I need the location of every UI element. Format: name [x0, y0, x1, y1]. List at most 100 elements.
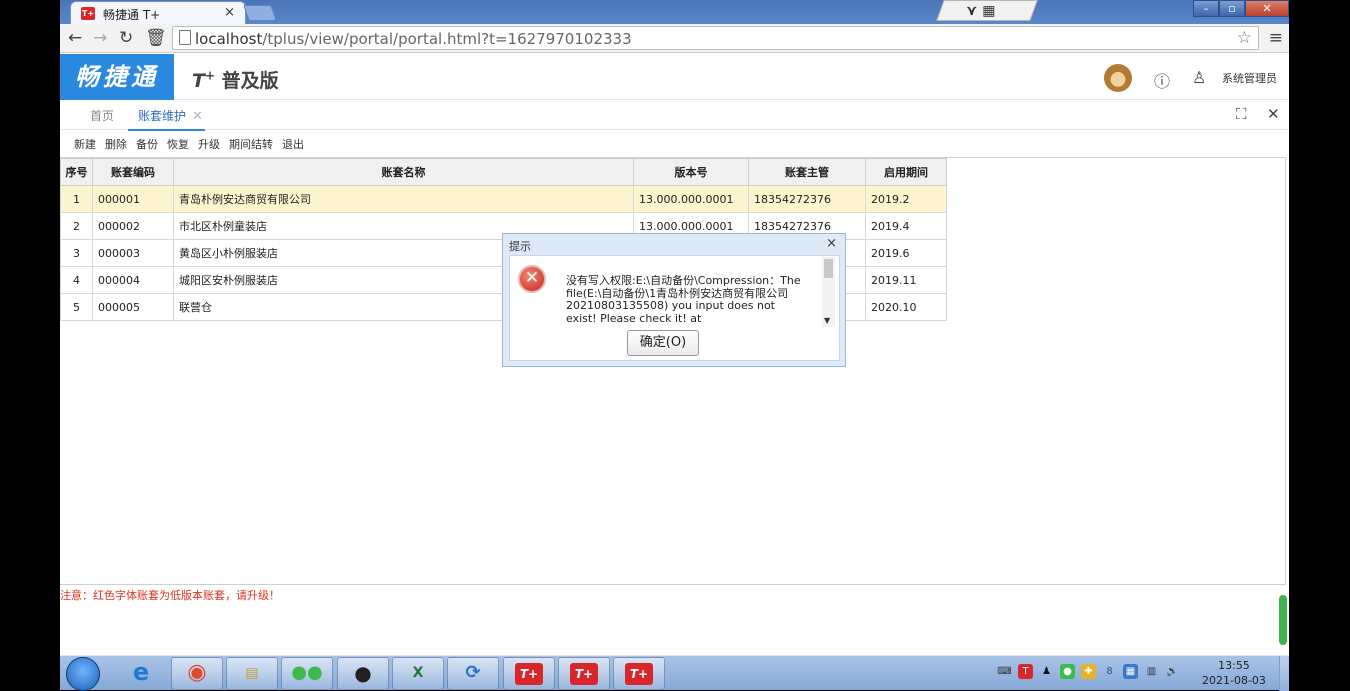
tplus-taskbar-icon[interactable]: T+ [503, 657, 555, 690]
user-name[interactable]: 系统管理员 [1222, 70, 1277, 86]
product-t: T [192, 70, 205, 92]
input-method-icon[interactable]: 8 [1102, 664, 1117, 679]
scroll-thumb[interactable] [824, 259, 833, 278]
product-plus: + [204, 68, 216, 83]
show-desktop-button[interactable] [1279, 656, 1289, 691]
tab-home[interactable]: 首页 [90, 107, 114, 124]
table-row[interactable]: 1 000001 青岛朴例安达商贸有限公司 13.000.000.0001 18… [60, 185, 947, 213]
minimize-button[interactable]: – [1193, 0, 1219, 17]
security-icon[interactable]: ✚ [1081, 664, 1096, 679]
upgrade-notice: 注意：红色字体账套为低版本账套，请升级！ [60, 589, 280, 602]
col-header[interactable]: 版本号 [633, 158, 749, 186]
new-tab-button[interactable] [243, 5, 277, 21]
product-name: T+ 普及版 [192, 66, 279, 93]
tplus-badge: T+ [515, 663, 543, 685]
wechat-tray-icon[interactable]: ● [1060, 664, 1075, 679]
start-button-icon[interactable] [66, 657, 100, 691]
tplus-taskbar-icon[interactable]: T+ [613, 657, 665, 690]
restore-button[interactable]: ▫ [1219, 0, 1245, 17]
alert-dialog: 提示 × ✕ 没有写入权限:E:\自动备份\Compression：The fi… [502, 233, 846, 367]
fullscreen-icon[interactable]: ⛶ [1236, 105, 1247, 123]
cell-name: 青岛朴例安达商贸有限公司 [173, 185, 634, 213]
col-header[interactable]: 账套名称 [173, 158, 634, 186]
help-icon[interactable]: ⓘ [1154, 68, 1170, 92]
cell-code: 000002 [92, 212, 174, 240]
screen: T+ 畅捷通 T+ × ⋎ ▦ – ▫ ✕ ← → ↻ 🗑 localhost/… [0, 0, 1350, 691]
wechat-icon[interactable]: ●● [281, 657, 333, 690]
monkey-avatar-icon[interactable] [1104, 64, 1132, 92]
app-header: 畅捷通 T+ 普及版 ⓘ ♙ 系统管理员 [60, 54, 1289, 100]
browser-tab[interactable]: T+ 畅捷通 T+ × [70, 1, 246, 24]
tab-close-icon[interactable]: × [224, 5, 235, 20]
dialog-close-icon[interactable]: × [826, 236, 837, 251]
col-header[interactable]: 序号 [60, 158, 93, 186]
cell-no: 5 [60, 293, 93, 321]
error-icon: ✕ [518, 265, 546, 293]
action-upgrade[interactable]: 升级 [198, 136, 220, 152]
col-header[interactable]: 启用期间 [865, 158, 947, 186]
taskbar: e ◉ ▤ ●● ● X ⟳ T+ T+ T+ ⌨ T ♟ ● ✚ 8 ▦ ▥ … [60, 655, 1289, 691]
tplus-taskbar-icon[interactable]: T+ [558, 657, 610, 690]
tplus-favicon-icon: T+ [81, 7, 95, 20]
tplus-badge: T+ [625, 663, 653, 685]
extension-icon[interactable]: ⋎ ▦ [966, 3, 995, 19]
cell-period: 2019.11 [865, 266, 947, 294]
tab-label: 账套维护 [138, 109, 187, 123]
action-delete[interactable]: 删除 [105, 136, 127, 152]
keyboard-icon[interactable]: ⌨ [997, 664, 1012, 679]
action-backup[interactable]: 备份 [136, 136, 158, 152]
media-app-icon[interactable]: ● [337, 657, 389, 690]
scroll-down-icon[interactable]: ▼ [824, 316, 830, 325]
action-new[interactable]: 新建 [74, 136, 96, 152]
tab-account-maintenance[interactable]: 账套维护 ✕ [128, 107, 205, 131]
cell-period: 2019.6 [865, 239, 947, 267]
trash-icon[interactable]: 🗑 [145, 28, 167, 48]
back-icon[interactable]: ← [68, 28, 82, 48]
tplus-tray-icon[interactable]: T [1018, 664, 1033, 679]
user-icon[interactable]: ♙ [1192, 68, 1206, 87]
action-restore[interactable]: 恢复 [167, 136, 189, 152]
url-path: /tplus/view/portal/portal.html?t=1627970… [262, 30, 632, 48]
cell-no: 3 [60, 239, 93, 267]
col-header[interactable]: 账套编码 [92, 158, 174, 186]
qq-icon[interactable]: ♟ [1039, 664, 1054, 679]
sync-app-icon[interactable]: ⟳ [447, 657, 499, 690]
volume-icon[interactable]: 🔈 [1165, 664, 1180, 679]
network-icon[interactable]: ▥ [1144, 664, 1159, 679]
cell-manager: 18354272376 [748, 185, 866, 213]
cell-period: 2020.10 [865, 293, 947, 321]
file-explorer-icon[interactable]: ▤ [226, 657, 278, 690]
tab-close-icon[interactable]: ✕ [192, 109, 203, 124]
cell-period: 2019.2 [865, 185, 947, 213]
url-text: localhost/tplus/view/portal/portal.html?… [195, 30, 632, 48]
browser-app-icon[interactable]: ◉ [171, 657, 223, 690]
dialog-title: 提示 [509, 240, 531, 253]
browser-window: T+ 畅捷通 T+ × ⋎ ▦ – ▫ ✕ ← → ↻ 🗑 localhost/… [60, 0, 1289, 655]
menu-icon[interactable]: ≡ [1269, 28, 1283, 48]
star-icon[interactable]: ☆ [1237, 28, 1252, 48]
page-icon [179, 30, 191, 45]
table-header-row: 序号 账套编码 账套名称 版本号 账套主管 启用期间 [60, 158, 947, 186]
window-controls: – ▫ ✕ [1193, 0, 1289, 17]
action-period-carryover[interactable]: 期间结转 [229, 136, 273, 152]
product-edition: 普及版 [221, 70, 279, 92]
excel-icon[interactable]: X [392, 657, 444, 690]
close-page-icon[interactable]: ✕ [1267, 105, 1280, 123]
clock[interactable]: 13:55 2021-08-03 [1202, 658, 1266, 688]
ok-button[interactable]: 确定(O) [627, 330, 699, 356]
browser-tab-title: 畅捷通 T+ [103, 8, 161, 22]
network-app-icon[interactable]: ▦ [1123, 664, 1138, 679]
reload-icon[interactable]: ↻ [119, 28, 133, 48]
message-scrollbar[interactable]: ▼ [822, 257, 835, 327]
dialog-message: 没有写入权限:E:\自动备份\Compression：The file(E:\自… [566, 275, 801, 325]
col-header[interactable]: 账套主管 [748, 158, 866, 186]
window-close-button[interactable]: ✕ [1245, 0, 1289, 17]
account-grid: 序号 账套编码 账套名称 版本号 账套主管 启用期间 1 000001 青岛朴例… [60, 157, 1286, 585]
cell-code: 000003 [92, 239, 174, 267]
address-bar[interactable]: localhost/tplus/view/portal/portal.html?… [172, 26, 1259, 50]
forward-icon[interactable]: → [93, 28, 107, 48]
action-exit[interactable]: 退出 [282, 136, 304, 152]
side-scroll-indicator[interactable] [1279, 595, 1287, 645]
cell-no: 1 [60, 185, 93, 213]
ie-icon[interactable]: e [115, 657, 167, 690]
